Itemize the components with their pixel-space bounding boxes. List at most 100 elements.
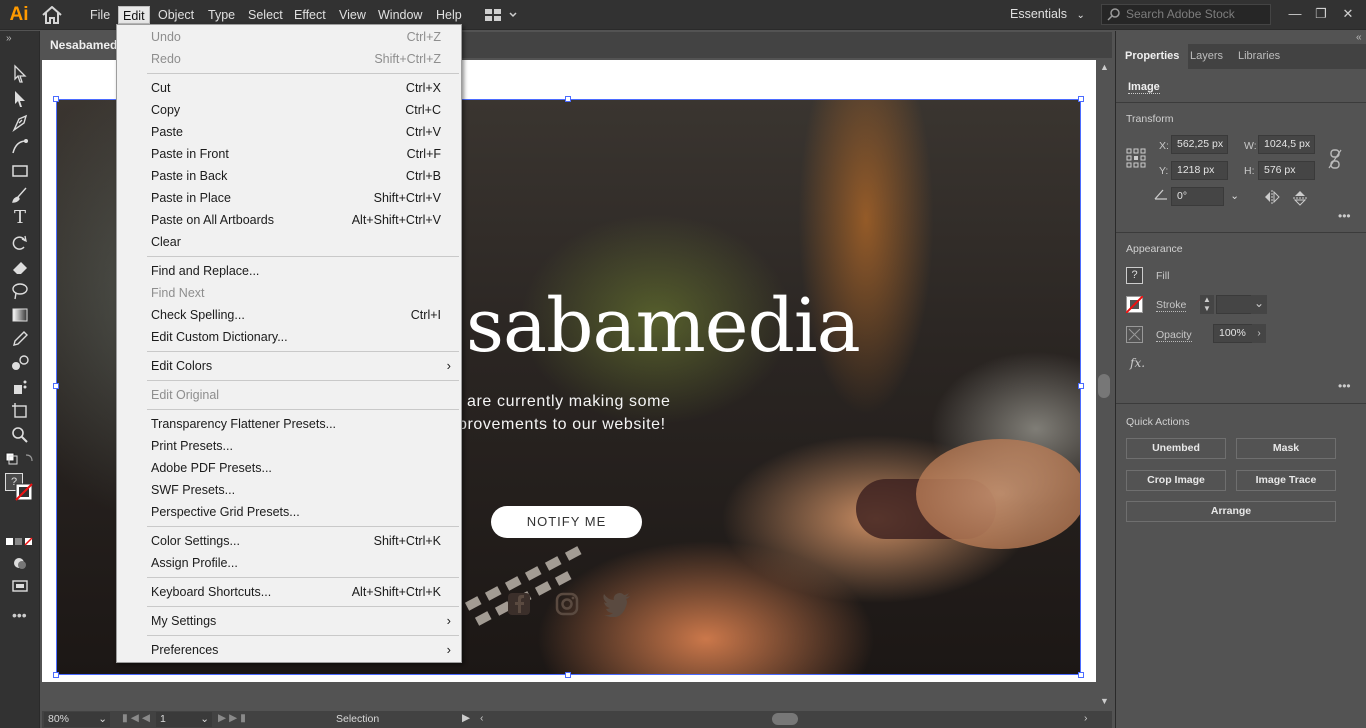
tab-layers[interactable]: Layers (1181, 44, 1232, 69)
artboard-nav-prev-icons[interactable]: ▮◀◀ (122, 712, 153, 724)
image-trace-button[interactable]: Image Trace (1236, 470, 1336, 491)
scroll-thumb[interactable] (1098, 374, 1110, 398)
more-options-icon[interactable]: ••• (1338, 209, 1351, 223)
edit-menu-item[interactable]: Assign Profile... (117, 552, 461, 574)
stroke-weight-field[interactable] (1216, 295, 1254, 314)
artboard-nav-next-icons[interactable]: ▶▶▮ (218, 712, 249, 724)
crop-image-button[interactable]: Crop Image (1126, 470, 1226, 491)
handle-top-center[interactable] (565, 96, 571, 102)
flip-horizontal-icon[interactable] (1264, 190, 1280, 204)
y-field[interactable]: 1218 px (1171, 161, 1228, 180)
edit-menu-item[interactable]: Cut Ctrl+X (117, 77, 461, 99)
opacity-field[interactable]: 100% (1213, 324, 1255, 343)
handle-middle-left[interactable] (53, 383, 59, 389)
screen-mode-icon[interactable] (10, 577, 30, 597)
edit-menu-item[interactable]: Edit Custom Dictionary... (117, 326, 461, 348)
menu-effect[interactable]: Effect (290, 6, 330, 24)
rotate-tool-icon[interactable] (10, 233, 30, 253)
pen-tool-icon[interactable] (10, 113, 30, 133)
more-options-icon[interactable]: ••• (1338, 379, 1351, 393)
restore-icon[interactable]: ❐ (1310, 4, 1332, 24)
handle-bottom-right[interactable] (1078, 672, 1084, 678)
type-tool-icon[interactable]: T (10, 207, 30, 228)
color-mode-icons[interactable] (5, 537, 35, 547)
hscroll-thumb[interactable] (772, 713, 798, 725)
collapse-panel-icon[interactable]: « (1356, 32, 1362, 43)
zoom-field[interactable]: 80% ⌄ (44, 712, 110, 727)
arrange-button[interactable]: Arrange (1126, 501, 1336, 522)
artboard-number-field[interactable]: 1 ⌄ (156, 712, 212, 727)
w-field[interactable]: 1024,5 px (1258, 135, 1315, 154)
status-arrow-icon[interactable]: ▶ (462, 712, 470, 724)
swap-fill-stroke-icon[interactable] (5, 452, 35, 468)
scroll-down-icon[interactable]: ▼ (1100, 696, 1109, 706)
reference-point-icon[interactable] (1126, 148, 1146, 168)
close-icon[interactable]: ✕ (1337, 4, 1359, 24)
stock-search-input[interactable]: Search Adobe Stock (1101, 4, 1271, 25)
more-tools-icon[interactable]: ••• (12, 607, 27, 623)
direct-selection-tool-icon[interactable] (10, 89, 30, 109)
edit-menu-item[interactable]: Transparency Flattener Presets... (117, 413, 461, 435)
edit-menu-item[interactable]: Paste in Front Ctrl+F (117, 143, 461, 165)
handle-bottom-center[interactable] (565, 672, 571, 678)
handle-middle-right[interactable] (1078, 383, 1084, 389)
rectangle-tool-icon[interactable] (10, 161, 30, 181)
x-field[interactable]: 562,25 px (1171, 135, 1228, 154)
constrain-proportions-icon[interactable] (1328, 149, 1342, 169)
opacity-label[interactable]: Opacity (1156, 329, 1192, 342)
curvature-tool-icon[interactable] (10, 137, 30, 157)
blend-tool-icon[interactable] (10, 353, 30, 373)
lasso-tool-icon[interactable] (10, 281, 30, 301)
vertical-scrollbar[interactable]: ▲ ▼ (1097, 60, 1112, 710)
edit-menu-item[interactable]: Print Presets... (117, 435, 461, 457)
edit-menu-item[interactable]: Paste in Place Shift+Ctrl+V (117, 187, 461, 209)
fill-stroke-swatch[interactable]: ? (5, 473, 35, 503)
minimize-icon[interactable]: — (1284, 4, 1306, 24)
stroke-weight-stepper[interactable]: ▲ ▼ (1200, 295, 1214, 314)
edit-menu-item[interactable]: Color Settings... Shift+Ctrl+K (117, 530, 461, 552)
edit-menu-item[interactable]: Adobe PDF Presets... (117, 457, 461, 479)
flip-vertical-icon[interactable] (1293, 190, 1307, 206)
gradient-tool-icon[interactable] (10, 305, 30, 325)
eyedropper-tool-icon[interactable] (10, 329, 30, 349)
edit-menu-item[interactable]: Paste on All Artboards Alt+Shift+Ctrl+V (117, 209, 461, 231)
edit-menu-item[interactable]: Paste Ctrl+V (117, 121, 461, 143)
menu-window[interactable]: Window (374, 6, 426, 24)
eraser-tool-icon[interactable] (10, 257, 30, 277)
edit-menu-item[interactable]: Preferences › (117, 639, 461, 661)
edit-menu-item[interactable]: Keyboard Shortcuts... Alt+Shift+Ctrl+K (117, 581, 461, 603)
stroke-swatch-icon[interactable] (1126, 296, 1143, 313)
menu-help[interactable]: Help (432, 6, 466, 24)
edit-menu-item[interactable]: Edit Colors › (117, 355, 461, 377)
hscroll-right-icon[interactable]: › (1084, 712, 1088, 724)
handle-bottom-left[interactable] (53, 672, 59, 678)
stroke-label[interactable]: Stroke (1156, 299, 1187, 312)
edit-menu-item[interactable]: Paste in Back Ctrl+B (117, 165, 461, 187)
unembed-button[interactable]: Unembed (1126, 438, 1226, 459)
edit-menu-item[interactable]: Clear (117, 231, 461, 253)
hscroll-left-icon[interactable]: ‹ (480, 712, 484, 724)
menu-edit[interactable]: Edit (118, 6, 150, 24)
tab-properties[interactable]: Properties (1116, 44, 1189, 69)
edit-menu-item[interactable]: SWF Presets... (117, 479, 461, 501)
chevron-down-icon[interactable]: ⌄ (1251, 295, 1267, 314)
edit-menu-item[interactable]: Check Spelling... Ctrl+I (117, 304, 461, 326)
fx-icon[interactable]: fx. (1130, 356, 1145, 370)
draw-mode-icon[interactable] (10, 553, 30, 573)
paintbrush-tool-icon[interactable] (10, 185, 30, 205)
angle-field[interactable]: 0° ⌄ (1171, 187, 1239, 206)
h-field[interactable]: 576 px (1258, 161, 1315, 180)
home-icon[interactable] (41, 6, 63, 24)
scroll-up-icon[interactable]: ▲ (1100, 62, 1109, 72)
selection-tool-icon[interactable] (10, 64, 30, 84)
edit-menu-item[interactable]: Copy Ctrl+C (117, 99, 461, 121)
edit-menu-item[interactable]: Perspective Grid Presets... (117, 501, 461, 523)
tab-libraries[interactable]: Libraries (1229, 44, 1289, 69)
menu-select[interactable]: Select (244, 6, 287, 24)
mask-button[interactable]: Mask (1236, 438, 1336, 459)
fill-swatch-icon[interactable]: ? (1126, 267, 1143, 284)
edit-menu-item[interactable]: Find and Replace... (117, 260, 461, 282)
workspace-switcher[interactable]: Essentials ⌄ (1010, 7, 1085, 21)
menu-type[interactable]: Type (204, 6, 239, 24)
edit-menu-item[interactable]: My Settings › (117, 610, 461, 632)
